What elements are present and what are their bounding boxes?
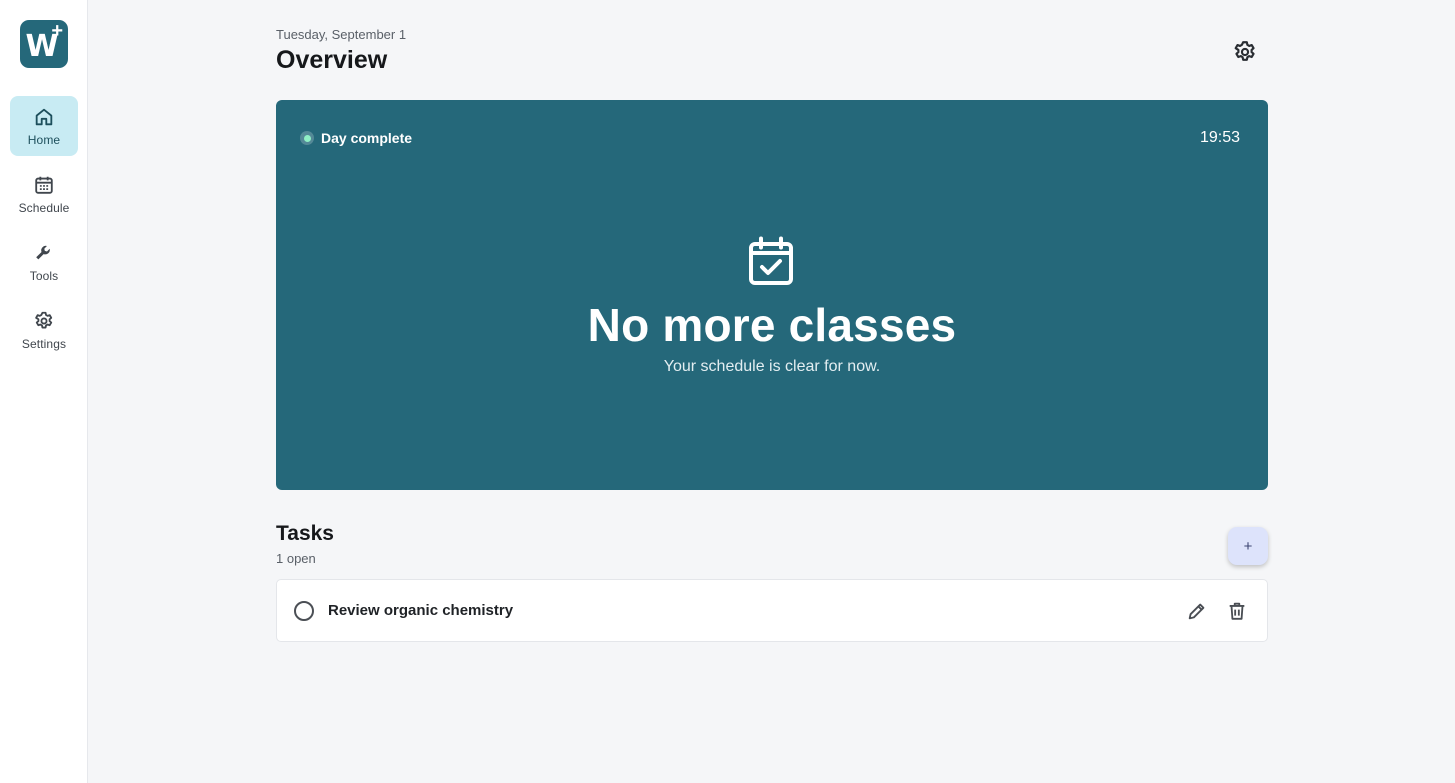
page-date: Tuesday, September 1 [276, 27, 407, 42]
sidebar-item-label: Tools [29, 269, 59, 283]
sidebar-item-label: Schedule [18, 201, 70, 215]
sidebar-item-label: Home [27, 133, 61, 147]
hero-subtitle: Your schedule is clear for now. [663, 358, 881, 375]
pencil-icon[interactable] [1186, 600, 1208, 622]
status-dot [300, 131, 314, 145]
task-checkbox[interactable] [294, 601, 314, 621]
task-label: Review organic chemistry [328, 602, 514, 619]
sidebar-item-home[interactable]: Home [10, 96, 78, 156]
app-logo[interactable]: W + [20, 20, 68, 68]
status-text: Day complete [321, 130, 413, 146]
add-task-button[interactable]: + [1228, 527, 1268, 565]
hero-title: No more classes [587, 299, 957, 351]
sidebar: W + Home Schedule Tools Settings [0, 0, 88, 783]
gear-icon [35, 311, 53, 329]
tasks-count: 1 open [276, 551, 316, 566]
current-time: 19:53 [1199, 129, 1240, 146]
sidebar-item-settings[interactable]: Settings [10, 300, 78, 360]
wrench-icon [36, 245, 50, 260]
day-status-card: Day complete 19:53 No more classes Your … [276, 100, 1268, 490]
home-icon [35, 108, 53, 126]
gear-icon[interactable] [1232, 39, 1258, 65]
trash-icon[interactable] [1226, 600, 1248, 622]
sidebar-item-tools[interactable]: Tools [10, 232, 78, 292]
tasks-heading: Tasks [276, 522, 334, 545]
logo-plus: + [51, 20, 63, 42]
task-item: Review organic chemistry [276, 579, 1268, 642]
status-indicator: Day complete [300, 130, 412, 146]
page-title: Overview [276, 46, 388, 74]
sidebar-item-label: Settings [21, 337, 67, 351]
calendar-check-icon [749, 236, 793, 285]
calendar-icon [35, 176, 53, 194]
sidebar-item-schedule[interactable]: Schedule [10, 164, 78, 224]
